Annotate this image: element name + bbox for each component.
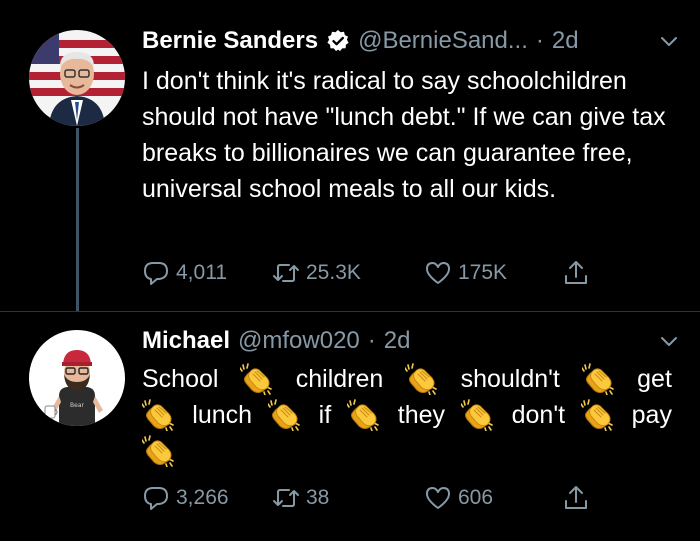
author-name[interactable]: Michael — [142, 327, 230, 355]
retweet-button[interactable]: 38 — [272, 483, 329, 513]
tweet-header: Bernie Sanders @BernieSand... · 2d — [142, 26, 680, 56]
share-button[interactable] — [562, 258, 596, 288]
word: lunch — [192, 401, 253, 429]
meta-separator: · — [367, 327, 376, 354]
clapping-hands-icon — [142, 435, 176, 467]
clapping-hands-icon — [268, 399, 302, 431]
tweet-actions: 4,011 25.3K 175K — [142, 258, 612, 288]
clapping-hands-icon — [347, 399, 381, 431]
tweet-header: Michael @mfow020 · 2d — [142, 326, 680, 356]
text-line — [142, 433, 672, 469]
tweet-text: I don't think it's radical to say school… — [142, 67, 666, 203]
tweet-timestamp[interactable]: 2d — [552, 27, 579, 55]
word: get — [637, 365, 672, 393]
clapping-hands-icon — [240, 363, 274, 395]
avatar-bernie-sanders[interactable] — [29, 30, 125, 126]
word: children — [295, 365, 384, 393]
like-count: 175K — [458, 261, 508, 284]
heart-icon — [426, 262, 450, 284]
reply-button[interactable]: 3,266 — [142, 483, 229, 513]
tweet-timestamp[interactable]: 2d — [384, 327, 411, 355]
chevron-down-icon[interactable] — [658, 330, 680, 352]
retweet-button[interactable]: 25.3K — [272, 258, 361, 288]
chevron-down-icon[interactable] — [658, 30, 680, 52]
text-line: School children shouldn't get — [142, 361, 672, 397]
clapping-hands-icon — [581, 399, 615, 431]
clapping-hands-icon — [461, 399, 495, 431]
clapping-hands-icon — [405, 363, 439, 395]
like-button[interactable]: 175K — [424, 258, 507, 288]
clapping-hands-icon — [142, 399, 176, 431]
word: pay — [631, 401, 672, 429]
like-button[interactable]: 606 — [424, 483, 493, 513]
verified-badge-icon — [327, 30, 349, 51]
clapping-hands-icon — [582, 363, 616, 395]
retweet-icon — [273, 264, 299, 282]
svg-text:Bear: Bear — [70, 402, 84, 409]
avatar-michael[interactable]: Bear — [29, 330, 125, 426]
share-icon — [565, 261, 587, 284]
reply-count: 3,266 — [176, 486, 229, 509]
reply-icon — [144, 262, 168, 285]
word: they — [397, 401, 446, 429]
reply-icon — [144, 487, 168, 510]
thread-connector-line — [76, 128, 79, 312]
retweet-count: 38 — [306, 486, 330, 509]
retweet-icon — [273, 489, 299, 507]
author-handle[interactable]: @BernieSand... — [358, 27, 528, 55]
share-button[interactable] — [562, 483, 596, 513]
tweet-text: School children shouldn't get lunch if t… — [142, 361, 672, 469]
share-icon — [565, 486, 587, 509]
reply-button[interactable]: 4,011 — [142, 258, 227, 288]
retweet-count: 25.3K — [306, 261, 361, 284]
reply-count: 4,011 — [176, 261, 227, 284]
word: shouldn't — [460, 365, 560, 393]
heart-icon — [426, 487, 450, 509]
author-handle[interactable]: @mfow020 — [238, 327, 360, 355]
word: if — [318, 401, 332, 429]
tweet-actions: 3,266 38 606 — [142, 483, 612, 513]
author-name[interactable]: Bernie Sanders — [142, 27, 318, 55]
text-line: lunch if they don't pay — [142, 397, 672, 433]
word: don't — [511, 401, 566, 429]
tweet-michael[interactable]: Bear Michael @mfow020 · 2d School childr… — [0, 312, 700, 541]
word: School — [142, 365, 219, 393]
tweet-bernie[interactable]: Bernie Sanders @BernieSand... · 2d I don… — [0, 0, 700, 312]
like-count: 606 — [458, 486, 494, 509]
meta-separator: · — [535, 27, 544, 54]
